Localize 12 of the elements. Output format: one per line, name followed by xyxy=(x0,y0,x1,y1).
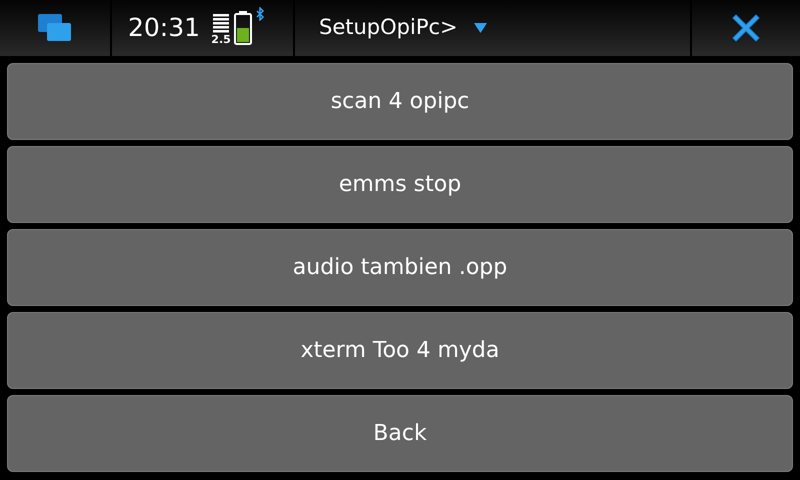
bluetooth-icon xyxy=(256,7,266,21)
dropdown-arrow-icon xyxy=(474,23,487,33)
clock-time: 20:31 xyxy=(128,12,200,44)
menu-button[interactable]: scan 4 opipc xyxy=(7,63,793,140)
battery-icon xyxy=(234,11,252,45)
menu-button[interactable]: Back xyxy=(7,395,793,472)
task-switcher-icon[interactable] xyxy=(38,14,72,42)
title-menu[interactable]: SetupOpiPc> xyxy=(295,0,690,56)
menu-button[interactable]: audio tambien .opp xyxy=(7,229,793,306)
menu-button[interactable]: xterm Too 4 myda xyxy=(7,312,793,389)
close-icon[interactable] xyxy=(731,13,761,43)
menu-button[interactable]: emms stop xyxy=(7,146,793,223)
